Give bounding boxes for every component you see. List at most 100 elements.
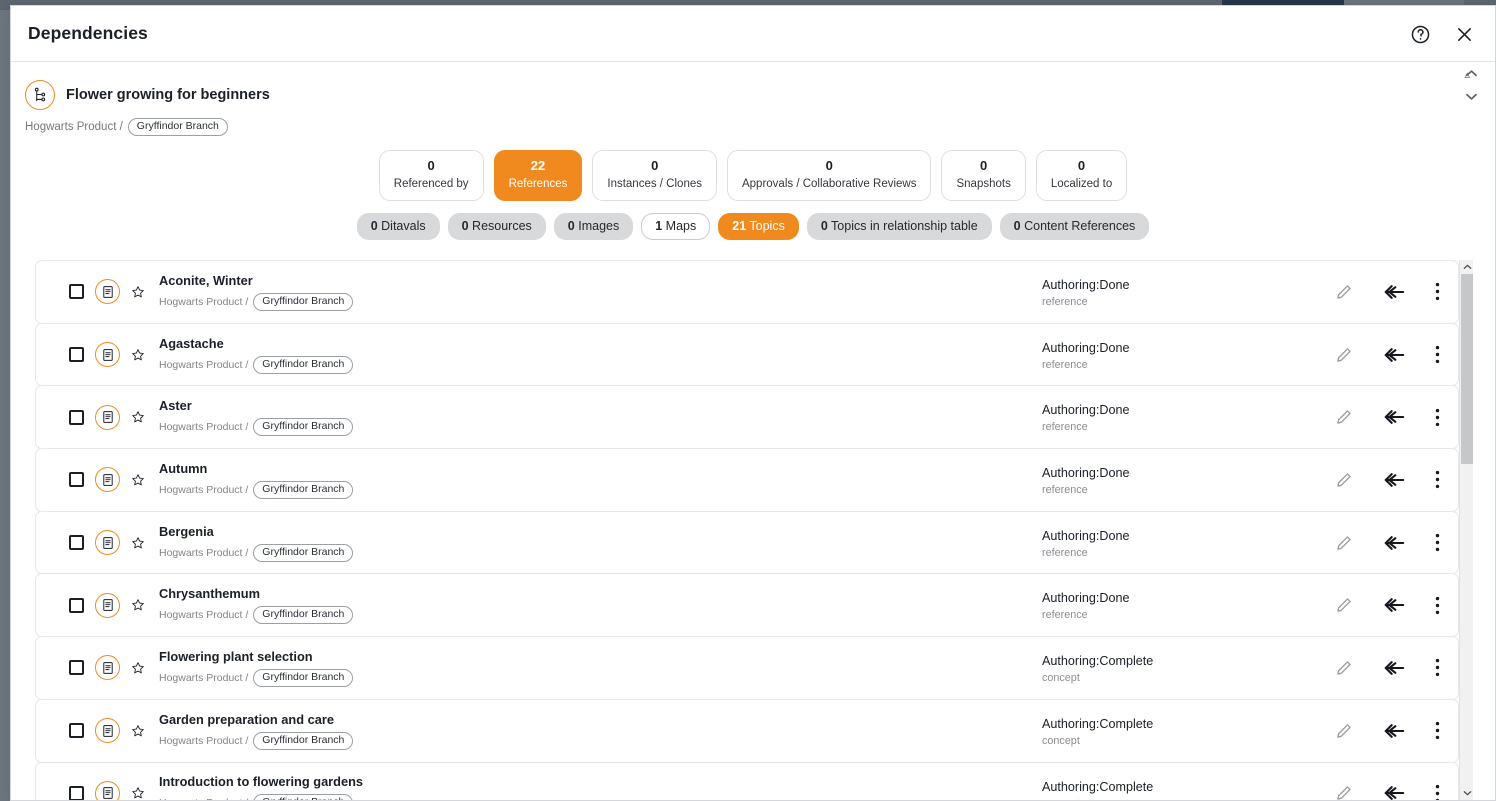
row-title[interactable]: Chrysanthemum: [159, 586, 353, 602]
filter-pill[interactable]: 0 Images: [553, 213, 634, 240]
counter-tab[interactable]: 0 Instances / Clones: [592, 150, 717, 201]
star-outline-icon[interactable]: [131, 724, 145, 738]
arrow-left-icon[interactable]: [1382, 657, 1406, 679]
row-title[interactable]: Flowering plant selection: [159, 649, 353, 665]
row-checkbox[interactable]: [69, 472, 84, 488]
filter-pill[interactable]: 0 Topics in relationship table: [806, 213, 992, 240]
table-row[interactable]: Introduction to flowering gardens Hogwart…: [35, 761, 1459, 800]
chevron-up-icon[interactable]: ▵: [1465, 70, 1478, 81]
star-outline-icon[interactable]: [131, 536, 145, 550]
topic-document-icon[interactable]: [95, 279, 120, 305]
help-circle-icon[interactable]: [1409, 23, 1431, 45]
topic-document-icon[interactable]: [95, 530, 120, 556]
arrow-left-icon[interactable]: [1382, 782, 1406, 800]
arrow-left-icon[interactable]: [1382, 469, 1406, 491]
filter-pill[interactable]: 21 Topics: [718, 213, 799, 240]
pencil-icon[interactable]: [1335, 784, 1353, 800]
counter-tab[interactable]: 0 Referenced by: [378, 150, 484, 201]
row-title[interactable]: Aster: [159, 398, 353, 414]
more-vertical-icon[interactable]: [1435, 721, 1440, 740]
star-outline-icon[interactable]: [131, 473, 145, 487]
topic-document-icon[interactable]: [95, 780, 120, 800]
pencil-icon[interactable]: [1335, 408, 1353, 426]
table-row[interactable]: Chrysanthemum Hogwarts Product / Gryffindo…: [35, 573, 1459, 638]
row-branch-badge[interactable]: Gryffindor Branch: [253, 606, 354, 625]
row-branch-badge[interactable]: Gryffindor Branch: [253, 480, 354, 499]
arrow-left-icon[interactable]: [1382, 406, 1406, 428]
row-checkbox[interactable]: [69, 660, 84, 676]
arrow-left-icon[interactable]: [1382, 344, 1406, 366]
filter-pill[interactable]: 0 Content References: [999, 213, 1150, 240]
more-vertical-icon[interactable]: [1435, 470, 1440, 489]
topic-document-icon[interactable]: [95, 592, 120, 618]
more-vertical-icon[interactable]: [1435, 533, 1440, 552]
more-vertical-icon[interactable]: [1435, 596, 1440, 615]
star-outline-icon[interactable]: [131, 285, 145, 299]
row-title[interactable]: Aconite, Winter: [159, 273, 353, 289]
more-vertical-icon[interactable]: [1435, 658, 1440, 677]
star-outline-icon[interactable]: [131, 410, 145, 424]
table-row[interactable]: Agastache Hogwarts Product / Gryffindor Br…: [35, 322, 1459, 387]
row-checkbox[interactable]: [69, 284, 84, 300]
table-row[interactable]: Bergenia Hogwarts Product / Gryffindor Bra…: [35, 510, 1459, 575]
row-title[interactable]: Bergenia: [159, 524, 353, 540]
close-icon[interactable]: [1453, 23, 1475, 45]
row-checkbox[interactable]: [69, 785, 84, 800]
topic-document-icon[interactable]: [95, 404, 120, 430]
arrow-left-icon[interactable]: [1382, 594, 1406, 616]
topic-document-icon[interactable]: [95, 655, 120, 681]
row-checkbox[interactable]: [69, 723, 84, 739]
chevron-down-icon[interactable]: [1465, 92, 1478, 101]
counter-tab[interactable]: 22 References: [493, 150, 583, 201]
counter-tab[interactable]: 0 Localized to: [1035, 150, 1128, 201]
row-branch-badge[interactable]: Gryffindor Branch: [253, 794, 354, 800]
table-row[interactable]: Garden preparation and care Hogwarts Prod…: [35, 698, 1459, 763]
filter-pill[interactable]: 0 Resources: [447, 213, 546, 240]
row-checkbox[interactable]: [69, 597, 84, 613]
pencil-icon[interactable]: [1335, 471, 1353, 489]
more-vertical-icon[interactable]: [1435, 408, 1440, 427]
more-vertical-icon[interactable]: [1435, 784, 1440, 800]
topic-document-icon[interactable]: [95, 342, 120, 368]
pencil-icon[interactable]: [1335, 346, 1353, 364]
more-vertical-icon[interactable]: [1435, 282, 1440, 301]
row-branch-badge[interactable]: Gryffindor Branch: [253, 355, 354, 374]
table-row[interactable]: Flowering plant selection Hogwarts Produc…: [35, 636, 1459, 700]
list-scrollbar[interactable]: [1459, 260, 1473, 800]
star-outline-icon[interactable]: [131, 598, 145, 612]
filter-pill[interactable]: 1 Maps: [641, 213, 711, 240]
arrow-left-icon[interactable]: [1382, 532, 1406, 554]
star-outline-icon[interactable]: [131, 661, 145, 675]
pencil-icon[interactable]: [1335, 722, 1353, 740]
row-branch-badge[interactable]: Gryffindor Branch: [253, 292, 354, 311]
table-row[interactable]: Aster Hogwarts Product / Gryffindor Branch…: [35, 385, 1459, 450]
row-branch-badge[interactable]: Gryffindor Branch: [253, 418, 354, 437]
pencil-icon[interactable]: [1335, 283, 1353, 301]
row-title[interactable]: Agastache: [159, 336, 353, 352]
row-checkbox[interactable]: [69, 409, 84, 425]
pencil-icon[interactable]: [1335, 534, 1353, 552]
pencil-icon[interactable]: [1335, 596, 1353, 614]
counter-tab[interactable]: 0 Approvals / Collaborative Reviews: [726, 150, 932, 201]
row-branch-badge[interactable]: Gryffindor Branch: [253, 668, 354, 687]
star-outline-icon[interactable]: [131, 348, 145, 362]
more-vertical-icon[interactable]: [1435, 345, 1440, 364]
filter-pill[interactable]: 0 Ditavals: [356, 213, 440, 240]
star-outline-icon[interactable]: [131, 786, 145, 800]
topic-document-icon[interactable]: [95, 718, 120, 744]
row-title[interactable]: Autumn: [159, 461, 353, 477]
row-branch-badge[interactable]: Gryffindor Branch: [253, 731, 354, 750]
breadcrumb-branch-badge[interactable]: Gryffindor Branch: [127, 118, 228, 136]
counter-tab[interactable]: 0 Snapshots: [941, 150, 1026, 201]
row-branch-badge[interactable]: Gryffindor Branch: [253, 543, 354, 562]
table-row[interactable]: Autumn Hogwarts Product / Gryffindor Branc…: [35, 448, 1459, 512]
scroll-down-icon[interactable]: [1460, 786, 1473, 800]
row-title[interactable]: Introduction to flowering gardens: [159, 774, 363, 790]
scrollbar-thumb[interactable]: [1461, 274, 1473, 464]
row-checkbox[interactable]: [69, 347, 84, 363]
scroll-up-icon[interactable]: [1460, 260, 1473, 274]
pencil-icon[interactable]: [1335, 659, 1353, 677]
arrow-left-icon[interactable]: [1382, 720, 1406, 742]
table-row[interactable]: Aconite, Winter Hogwarts Product / Gryffin…: [35, 260, 1459, 324]
row-title[interactable]: Garden preparation and care: [159, 712, 353, 728]
